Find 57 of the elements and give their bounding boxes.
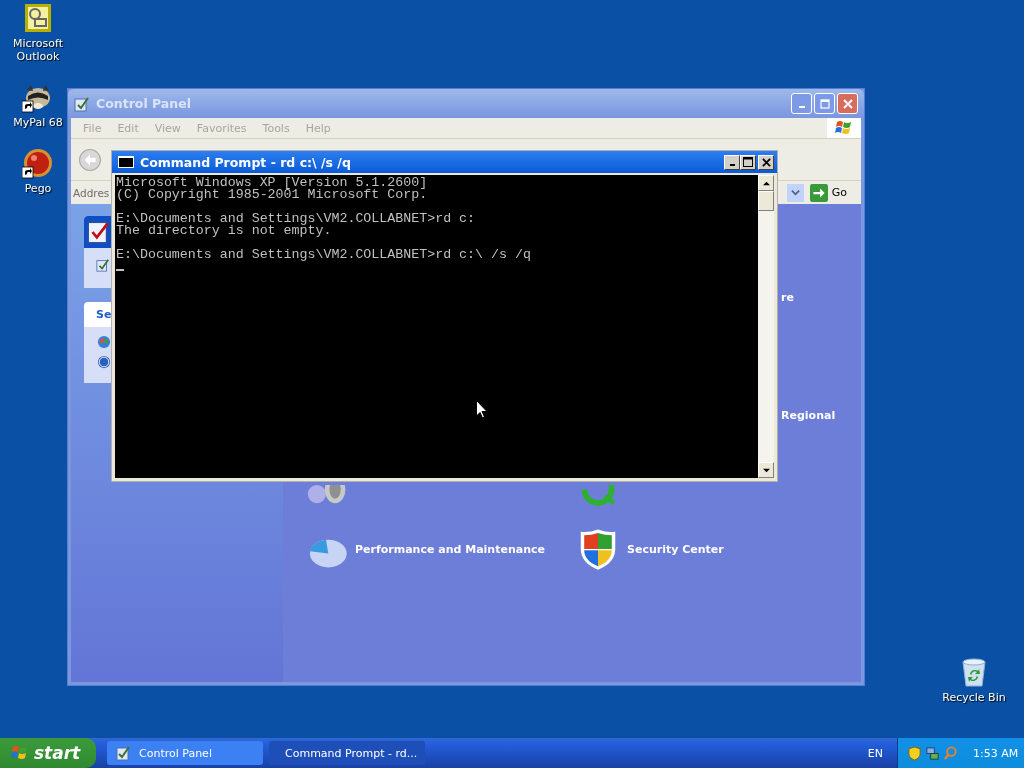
menu-item[interactable]: View (146, 121, 189, 135)
chevron-down-icon (790, 188, 800, 197)
console-line: (C) Copyright 1985-2001 Microsoft Corp. (116, 189, 429, 201)
desktop-icon-label[interactable]: Microsoft Outlook (8, 37, 68, 63)
console-line: Microsoft Windows XP [Version 5.1.2600] (116, 177, 429, 189)
control-panel-icon (74, 95, 90, 112)
clock: 1:53 AM (973, 746, 1019, 760)
address-label: Addres (73, 186, 110, 199)
minimize-icon (798, 105, 805, 108)
scrollbar[interactable] (758, 175, 774, 478)
desktop-icon-label[interactable]: MyPal 68 (13, 116, 63, 129)
scroll-up-button[interactable] (758, 175, 774, 191)
category-link[interactable]: Performance and Maintenance (355, 542, 545, 556)
dropdown-button[interactable] (786, 183, 804, 202)
category-link[interactable]: Security Center (627, 542, 724, 556)
window-title: Command Prompt - rd c:\ /s /q (140, 154, 352, 170)
minimize-button[interactable] (724, 154, 740, 170)
menu-item[interactable]: Tools (254, 121, 298, 135)
maximize-icon (743, 157, 753, 167)
close-icon (761, 157, 771, 167)
shield-icon[interactable] (907, 745, 922, 761)
scroll-thumb[interactable] (758, 191, 774, 211)
category-link[interactable]: Regional (781, 409, 836, 422)
menu-item[interactable]: Edit (109, 121, 147, 135)
console-icon (118, 156, 134, 168)
calendar-mail-icon[interactable] (22, 2, 54, 34)
close-icon (842, 98, 853, 109)
down-arrow-icon (762, 466, 770, 474)
windows-flag-icon (827, 118, 861, 138)
panel-heading: Se (96, 308, 112, 321)
category-link[interactable]: re (781, 291, 794, 304)
close-button[interactable] (758, 154, 774, 170)
go-button[interactable]: Go (807, 183, 855, 202)
menu-item[interactable]: File (75, 121, 110, 135)
console-line: The directory is not empty. (116, 225, 332, 237)
desktop-icon-label[interactable]: Pego (24, 182, 52, 195)
mouse-pointer-icon (476, 400, 488, 419)
ball-icon[interactable] (22, 147, 54, 179)
menu-item[interactable]: Help (297, 121, 339, 135)
taskbar-button[interactable]: Control Panel (107, 741, 263, 765)
maximize-icon (819, 98, 830, 109)
language-indicator[interactable]: EN (867, 746, 883, 760)
start-button[interactable]: start (0, 738, 96, 768)
maximize-button[interactable] (740, 154, 756, 170)
globe-icon[interactable] (97, 335, 111, 349)
taskbar-button[interactable]: Command Prompt - rd... (269, 741, 425, 765)
console-line: E:\Documents and Settings\VM2.COLLABNET>rd c: (116, 213, 477, 225)
window-title: Control Panel (96, 96, 192, 111)
desktop-icon-label[interactable]: Recycle Bin (942, 691, 1006, 704)
menu-item[interactable]: Favorites (188, 121, 255, 135)
console-line: E:\Documents and Settings\VM2.COLLABNET>rd c:\ /s /q (116, 249, 532, 261)
up-arrow-icon (762, 179, 770, 187)
network-icon[interactable] (925, 745, 940, 761)
minimize-icon (729, 164, 735, 166)
control-panel-icon[interactable] (96, 258, 110, 272)
scroll-down-button[interactable] (758, 462, 774, 478)
control-panel-icon (115, 745, 131, 761)
